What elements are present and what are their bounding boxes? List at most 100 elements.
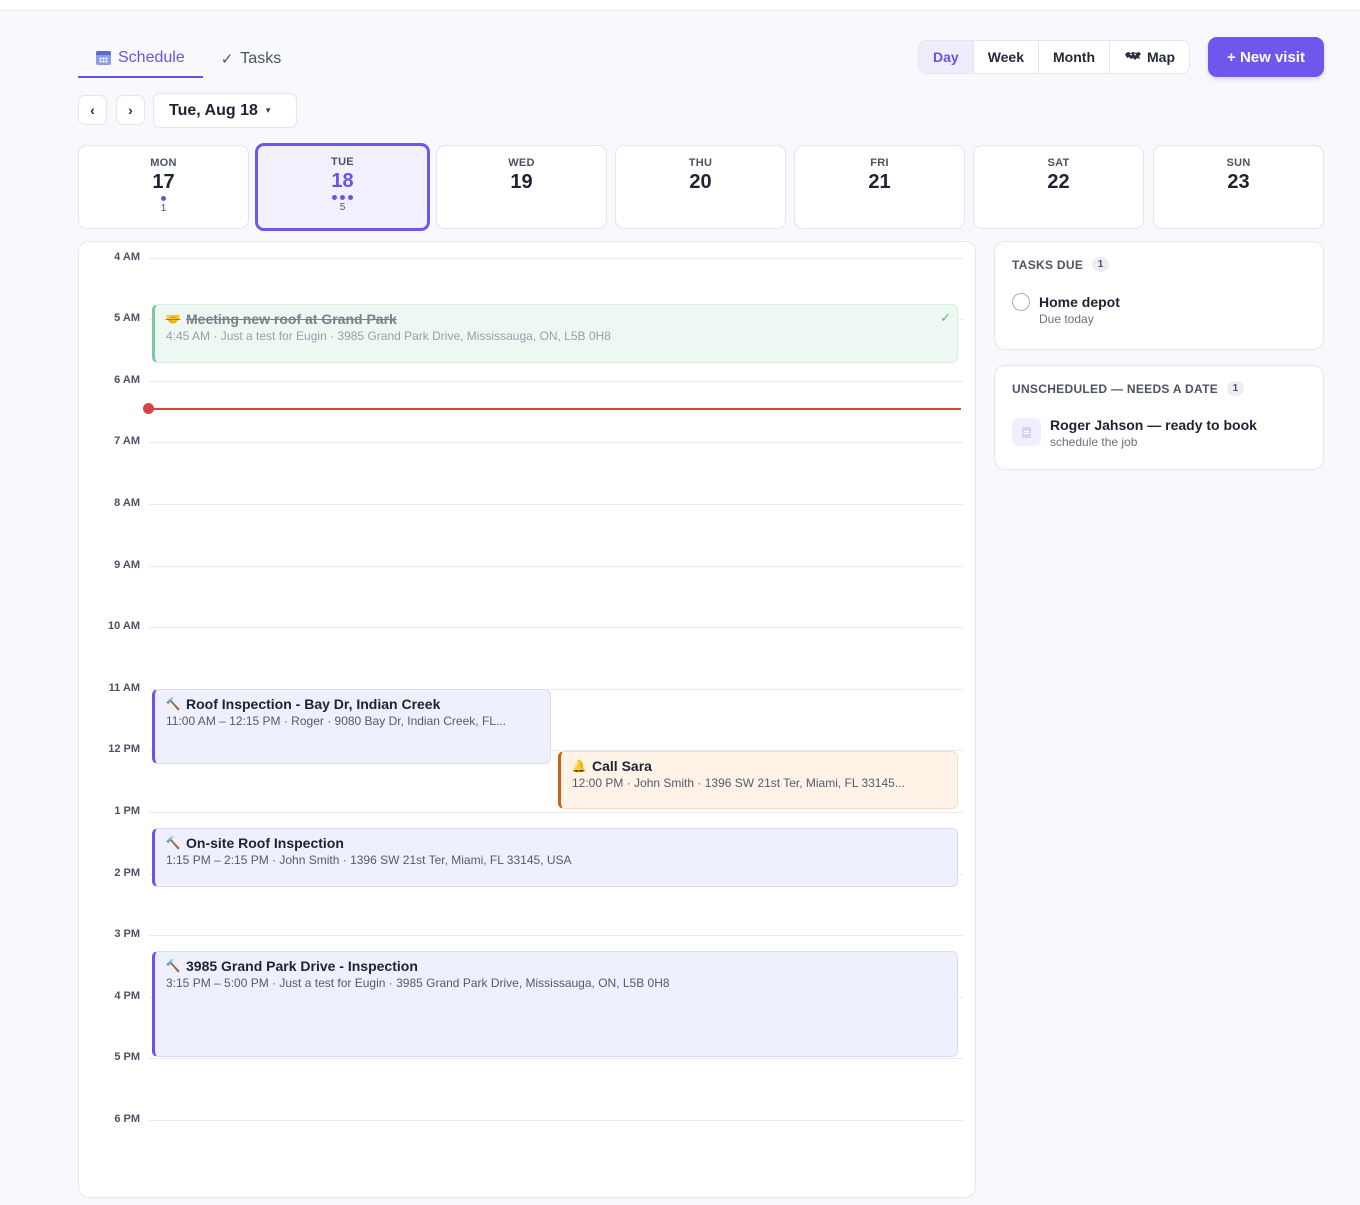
hour-row: 4 AM — [79, 251, 975, 263]
event-onsite-roof-inspection[interactable]: 🔨 On-site Roof Inspection 1:15 PM – 2:15… — [152, 828, 958, 887]
hour-label: 1 PM — [114, 805, 140, 817]
event-dot — [161, 196, 166, 201]
event-title: 3985 Grand Park Drive - Inspection — [186, 958, 418, 974]
day-number: 21 — [868, 171, 891, 193]
hammer-icon: 🔨 — [165, 959, 181, 973]
view-week-button[interactable]: Week — [974, 41, 1040, 73]
day-number: 19 — [510, 171, 533, 193]
check-icon: ✓ — [940, 310, 951, 325]
event-roof-inspection-bay-dr[interactable]: 🔨 Roof Inspection - Bay Dr, Indian Creek… — [152, 689, 551, 764]
hammer-icon: 🔨 — [165, 697, 181, 711]
event-title: Meeting new roof at Grand Park — [186, 311, 397, 327]
event-meta: 4:45 AM · Just a test for Eugin · 3985 G… — [166, 329, 611, 343]
chevron-down-icon: ▾ — [265, 105, 271, 115]
unscheduled-item-sub: schedule the job — [1050, 435, 1138, 449]
view-month-label: Month — [1053, 49, 1095, 65]
week-strip: MON 17 1 TUE 18 5 WED 19 THU 20 FRI 21 S… — [78, 143, 1324, 231]
day-name: WED — [508, 157, 535, 169]
view-switcher: Day Week Month Map — [918, 40, 1190, 74]
hour-label: 2 PM — [114, 867, 140, 879]
calendar-icon — [96, 51, 111, 65]
day-name: THU — [688, 157, 713, 169]
tab-tasks-label: Tasks — [240, 50, 282, 67]
new-visit-button[interactable]: + New visit — [1208, 37, 1324, 77]
prev-day-button[interactable]: ‹ — [78, 95, 107, 125]
event-meta: 1:15 PM – 2:15 PM · John Smith · 1396 SW… — [166, 853, 572, 867]
check-icon: ✓ — [220, 51, 234, 68]
event-dot — [332, 195, 337, 200]
day-number: 23 — [1227, 171, 1250, 193]
hour-label: 4 AM — [114, 251, 140, 263]
day-card-fri[interactable]: FRI 21 — [794, 145, 965, 229]
day-card-tue[interactable]: TUE 18 5 — [255, 143, 430, 231]
event-title: Roof Inspection - Bay Dr, Indian Creek — [186, 696, 441, 712]
tab-tasks[interactable]: ✓ Tasks — [203, 40, 299, 78]
hammer-icon: 🔨 — [165, 836, 181, 850]
tab-schedule[interactable]: Schedule — [78, 40, 203, 78]
day-number: 20 — [689, 171, 712, 193]
unscheduled-item-title: Roger Jahson — ready to book — [1050, 417, 1257, 433]
day-number: 17 — [152, 171, 175, 193]
unscheduled-item[interactable]: Roger Jahson — ready to book schedule th… — [1012, 416, 1257, 449]
current-time-line — [149, 408, 961, 410]
view-day-button[interactable]: Day — [919, 41, 974, 73]
hour-row: 5 PM — [79, 1051, 975, 1063]
hour-label: 7 AM — [114, 435, 140, 447]
current-time-dot — [143, 403, 154, 414]
document-icon — [1012, 418, 1041, 446]
hour-label: 6 PM — [114, 1113, 140, 1125]
date-picker[interactable]: Tue, Aug 18 ▾ — [153, 93, 297, 128]
event-title: On-site Roof Inspection — [186, 835, 344, 851]
unscheduled-title: UNSCHEDULED — NEEDS A DATE — [1012, 381, 1219, 396]
view-map-button[interactable]: Map — [1110, 41, 1189, 73]
event-call-sara[interactable]: 🔔 Call Sara 12:00 PM · John Smith · 1396… — [558, 751, 958, 809]
event-dots — [258, 195, 427, 201]
event-grand-park-inspection[interactable]: 🔨 3985 Grand Park Drive - Inspection 3:1… — [152, 951, 958, 1057]
hour-row: 1 PM — [79, 805, 975, 817]
tab-schedule-label: Schedule — [118, 49, 185, 66]
event-title-row: 🔨 3985 Grand Park Drive - Inspection — [166, 958, 946, 974]
event-title-row: 🔨 Roof Inspection - Bay Dr, Indian Creek — [166, 696, 539, 712]
hour-label: 5 PM — [114, 1051, 140, 1063]
map-icon — [1124, 50, 1142, 65]
hour-row: 6 AM — [79, 374, 975, 386]
event-title-row: 🔔 Call Sara — [572, 758, 946, 774]
count-badge: 1 — [1227, 381, 1245, 396]
top-bar — [0, 0, 1360, 11]
event-count: 1 — [160, 203, 167, 214]
handshake-icon: 🤝 — [165, 312, 181, 326]
event-title-row: 🤝 Meeting new roof at Grand Park — [166, 311, 946, 327]
hour-row: 6 PM — [79, 1113, 975, 1125]
task-checkbox[interactable] — [1012, 293, 1030, 311]
next-day-button[interactable]: › — [116, 95, 145, 125]
day-timeline[interactable]: 4 AM 5 AM 6 AM 7 AM 8 AM 9 AM 10 AM 11 A… — [78, 241, 976, 1198]
event-meeting-grand-park[interactable]: 🤝 Meeting new roof at Grand Park 4:45 AM… — [152, 304, 958, 363]
day-number: 22 — [1047, 171, 1070, 193]
view-month-button[interactable]: Month — [1039, 41, 1110, 73]
tasks-due-panel: TASKS DUE 1 Home depot Due today — [994, 241, 1324, 350]
current-date: Tue, Aug 18 — [169, 101, 258, 119]
day-card-wed[interactable]: WED 19 — [436, 145, 607, 229]
event-dots — [79, 196, 248, 202]
task-item[interactable]: Home depot Due today — [1012, 293, 1120, 326]
bell-icon: 🔔 — [571, 759, 587, 773]
view-map-label: Map — [1147, 49, 1175, 65]
task-title: Home depot — [1039, 294, 1120, 310]
event-meta: 3:15 PM – 5:00 PM · Just a test for Eugi… — [166, 976, 670, 990]
count-badge: 1 — [1092, 257, 1110, 272]
hour-label: 11 AM — [108, 682, 140, 694]
unscheduled-panel: UNSCHEDULED — NEEDS A DATE 1 Roger Jahso… — [994, 365, 1324, 470]
day-card-mon[interactable]: MON 17 1 — [78, 145, 249, 229]
day-name: TUE — [331, 156, 354, 168]
day-name: SUN — [1226, 157, 1251, 169]
panel-heading: UNSCHEDULED — NEEDS A DATE 1 — [1012, 381, 1245, 396]
day-card-thu[interactable]: THU 20 — [615, 145, 786, 229]
event-dot — [348, 195, 353, 200]
day-card-sun[interactable]: SUN 23 — [1153, 145, 1324, 229]
view-week-label: Week — [987, 49, 1025, 65]
day-card-sat[interactable]: SAT 22 — [973, 145, 1144, 229]
panel-heading: TASKS DUE 1 — [1012, 257, 1110, 272]
hour-row: 10 AM — [79, 620, 975, 632]
day-name: SAT — [1047, 157, 1070, 169]
view-day-label: Day — [933, 49, 959, 65]
